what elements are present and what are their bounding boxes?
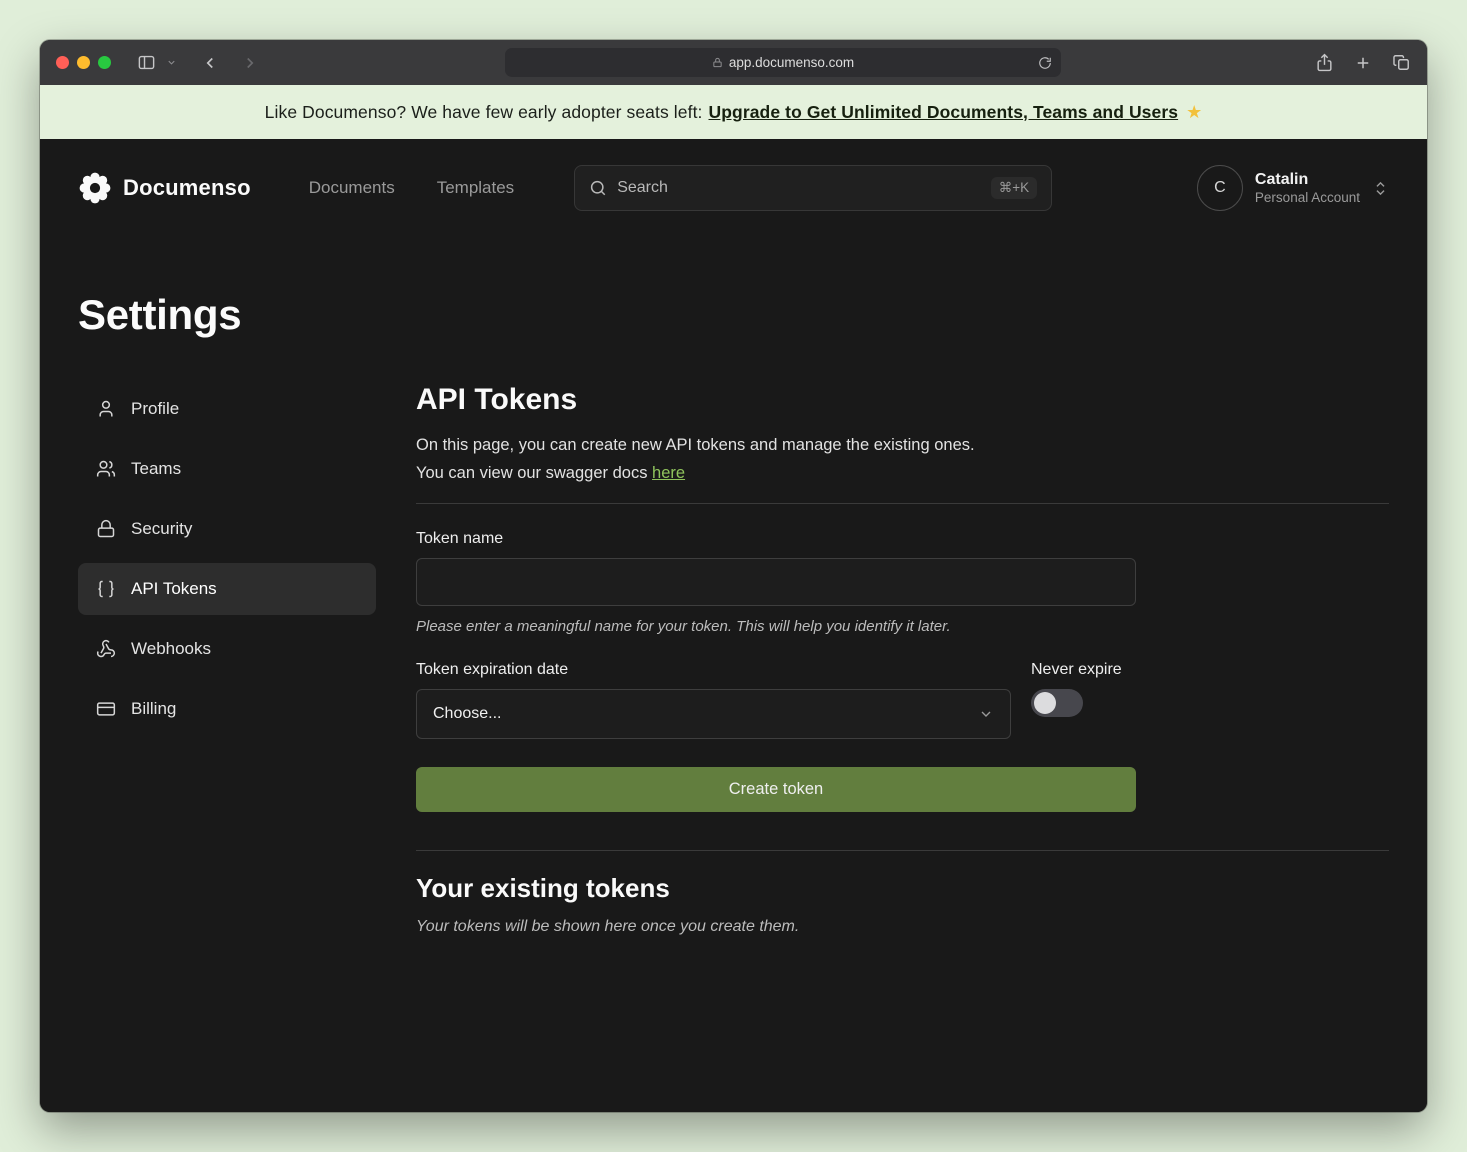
minimize-window-button[interactable]	[77, 56, 90, 69]
existing-tokens-hint: Your tokens will be shown here once you …	[416, 918, 1389, 936]
section-description: On this page, you can create new API tok…	[416, 431, 1389, 487]
create-token-button[interactable]: Create token	[416, 767, 1136, 812]
sidebar-item-label: Webhooks	[131, 639, 211, 659]
sidebar-item-label: Billing	[131, 699, 176, 719]
forward-button[interactable]	[241, 54, 259, 72]
account-name: Catalin	[1255, 170, 1360, 190]
api-tokens-panel: API Tokens On this page, you can create …	[416, 383, 1389, 936]
never-expire-field: Never expire	[1031, 661, 1136, 739]
settings-layout: Profile Teams Security	[40, 383, 1427, 936]
avatar: C	[1197, 165, 1243, 211]
upgrade-link[interactable]: Upgrade to Get Unlimited Documents, Team…	[709, 102, 1179, 123]
top-navigation: Documenso Documents Templates Search ⌘+K…	[40, 139, 1427, 211]
expiration-row: Token expiration date Choose... Never ex…	[416, 661, 1136, 739]
webhook-icon	[96, 639, 116, 659]
swagger-docs-link[interactable]: here	[652, 464, 685, 482]
address-bar[interactable]: app.documenso.com	[505, 48, 1061, 77]
share-icon[interactable]	[1315, 53, 1334, 72]
primary-nav: Documents Templates	[309, 178, 514, 198]
expiration-select-value: Choose...	[433, 705, 501, 723]
sidebar-toggle-icon[interactable]	[137, 53, 156, 72]
never-expire-toggle[interactable]	[1031, 689, 1083, 717]
sidebar-item-label: Security	[131, 519, 192, 539]
page-title: Settings	[78, 291, 1389, 339]
sidebar-item-label: API Tokens	[131, 579, 217, 599]
user-icon	[96, 399, 116, 419]
section-title: API Tokens	[416, 383, 1389, 417]
token-name-field: Token name Please enter a meaningful nam…	[416, 530, 1389, 635]
titlebar-center: app.documenso.com	[269, 48, 1297, 77]
toggle-knob	[1034, 692, 1056, 714]
description-line2: You can view our swagger docs	[416, 464, 652, 482]
account-menu[interactable]: C Catalin Personal Account	[1197, 165, 1389, 211]
description-line1: On this page, you can create new API tok…	[416, 436, 975, 454]
search-placeholder: Search	[617, 179, 668, 197]
lock-icon	[96, 519, 116, 539]
sidebar-item-label: Profile	[131, 399, 179, 419]
refresh-icon[interactable]	[1038, 56, 1052, 70]
search-shortcut: ⌘+K	[991, 177, 1037, 199]
braces-icon	[96, 579, 116, 599]
nav-templates[interactable]: Templates	[437, 178, 514, 198]
expiration-select[interactable]: Choose...	[416, 689, 1011, 739]
never-expire-label: Never expire	[1031, 661, 1136, 679]
tab-overview-icon[interactable]	[1392, 53, 1411, 72]
back-button[interactable]	[201, 54, 219, 72]
nav-documents[interactable]: Documents	[309, 178, 395, 198]
traffic-lights	[56, 56, 111, 69]
chevron-down-icon	[978, 706, 994, 722]
sidebar-item-profile[interactable]: Profile	[78, 383, 376, 435]
titlebar-actions	[1315, 53, 1411, 72]
app-content: Documenso Documents Templates Search ⌘+K…	[40, 139, 1427, 1112]
chevrons-up-down-icon	[1372, 180, 1389, 197]
account-type: Personal Account	[1255, 190, 1360, 207]
divider	[416, 850, 1389, 851]
desktop: { "browser": { "url": "app.documenso.com…	[0, 0, 1467, 1152]
users-icon	[96, 459, 116, 479]
sidebar-item-security[interactable]: Security	[78, 503, 376, 555]
search-icon	[589, 179, 607, 197]
close-window-button[interactable]	[56, 56, 69, 69]
tab-group-chevron-icon[interactable]	[166, 57, 177, 68]
star-icon: ★	[1186, 102, 1202, 123]
new-tab-icon[interactable]	[1354, 54, 1372, 72]
brand[interactable]: Documenso	[78, 171, 251, 205]
search-input[interactable]: Search ⌘+K	[574, 165, 1052, 211]
documenso-logo-icon	[78, 171, 112, 205]
account-text: Catalin Personal Account	[1255, 170, 1360, 207]
sidebar-item-label: Teams	[131, 459, 181, 479]
banner-text: Like Documenso? We have few early adopte…	[265, 102, 703, 123]
browser-window: app.documenso.com Like Documenso? We hav…	[40, 40, 1427, 1112]
token-name-input[interactable]	[416, 558, 1136, 606]
settings-sidebar: Profile Teams Security	[78, 383, 376, 936]
expiration-field: Token expiration date Choose...	[416, 661, 1011, 739]
browser-titlebar: app.documenso.com	[40, 40, 1427, 85]
sidebar-item-billing[interactable]: Billing	[78, 683, 376, 735]
sidebar-item-api-tokens[interactable]: API Tokens	[78, 563, 376, 615]
credit-card-icon	[96, 699, 116, 719]
promo-banner: Like Documenso? We have few early adopte…	[40, 85, 1427, 139]
expiration-label: Token expiration date	[416, 661, 1011, 679]
url-text: app.documenso.com	[729, 55, 854, 70]
divider	[416, 503, 1389, 504]
sidebar-item-webhooks[interactable]: Webhooks	[78, 623, 376, 675]
fullscreen-window-button[interactable]	[98, 56, 111, 69]
token-name-label: Token name	[416, 530, 1389, 548]
token-name-hint: Please enter a meaningful name for your …	[416, 618, 1389, 635]
lock-icon	[712, 57, 723, 68]
brand-name: Documenso	[123, 175, 251, 201]
sidebar-item-teams[interactable]: Teams	[78, 443, 376, 495]
existing-tokens-title: Your existing tokens	[416, 873, 1389, 904]
history-nav	[201, 54, 259, 72]
